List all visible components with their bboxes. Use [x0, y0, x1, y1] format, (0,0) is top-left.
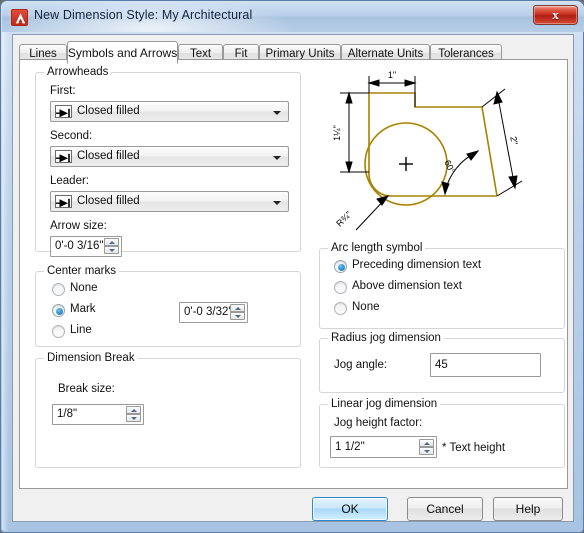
preview-dim-top-label: 1" [388, 70, 396, 80]
group-arrowheads: Arrowheads First: Closed filled Second: [35, 66, 301, 257]
stepper-down-icon[interactable] [104, 246, 119, 254]
dialog-client-area: Lines Symbols and Arrows Text Fit Primar… [12, 34, 574, 522]
input-center-mark-size-value: 0'-0 3/32" [184, 306, 233, 318]
preview-drawing: 1" 1¼" R¾" 60° 2" [332, 70, 523, 231]
tab-symbols-and-arrows[interactable]: Symbols and Arrows [67, 41, 178, 64]
preview-dim-radius-label: R¾" [334, 209, 353, 228]
stepper-up-icon[interactable] [104, 238, 119, 246]
title-bar: New Dimension Style: My Architectural x [2, 2, 584, 32]
radio-indicator [334, 260, 347, 273]
radio-indicator [52, 283, 65, 296]
closed-filled-arrowhead-icon [55, 105, 72, 118]
group-radius-jog-dimension: Radius jog dimension Jog angle: 45 [319, 332, 565, 393]
stepper-up-icon[interactable] [126, 406, 141, 414]
radio-arc-none-label: None [352, 301, 380, 313]
stepper-down-icon[interactable] [126, 414, 141, 422]
label-first: First: [50, 85, 76, 97]
radio-arc-preceding-label: Preceding dimension text [352, 259, 482, 271]
group-dimension-break-legend: Dimension Break [44, 352, 138, 364]
combo-first-arrowhead[interactable]: Closed filled [50, 101, 289, 122]
close-icon: x [552, 7, 559, 22]
radio-indicator [52, 304, 65, 317]
radio-arc-above-label: Above dimension text [352, 280, 462, 292]
jog-height-stepper[interactable] [419, 439, 434, 456]
input-jog-angle[interactable]: 45 [430, 353, 541, 377]
group-arc-length-symbol-legend: Arc length symbol [328, 242, 426, 254]
input-jog-height-factor-value: 1 1/2" [335, 441, 365, 453]
autocad-logo-icon [11, 9, 28, 26]
preview-dim-left-label: 1¼" [332, 125, 342, 141]
chevron-down-icon [273, 111, 281, 115]
preview-dim-top [367, 76, 417, 107]
preview-dim-right-label: 2" [508, 136, 519, 146]
input-jog-angle-value: 45 [435, 359, 448, 371]
radio-indicator [52, 325, 65, 338]
combo-leader-arrowhead[interactable]: Closed filled [50, 191, 289, 212]
group-radius-jog-legend: Radius jog dimension [328, 332, 444, 344]
group-linear-jog-legend: Linear jog dimension [328, 398, 441, 410]
tab-page-symbols-and-arrows: Arrowheads First: Closed filled Second: [19, 59, 568, 489]
preview-center-mark [399, 157, 413, 171]
ok-button[interactable]: OK [312, 497, 388, 521]
chevron-down-icon [273, 201, 281, 205]
radio-center-mark-mark-label: Mark [70, 303, 96, 315]
combo-second-arrowhead-value: Closed filled [77, 150, 140, 162]
input-arrow-size[interactable]: 0'-0 3/16" [50, 236, 122, 257]
stepper-up-icon[interactable] [419, 439, 434, 447]
cancel-button[interactable]: Cancel [407, 497, 483, 521]
label-break-size: Break size: [58, 383, 115, 395]
label-second: Second: [50, 130, 93, 142]
group-arrowheads-legend: Arrowheads [44, 66, 112, 78]
group-center-marks-legend: Center marks [44, 265, 120, 277]
label-jog-height-factor: Jog height factor: [334, 417, 423, 429]
label-arrow-size: Arrow size: [50, 220, 107, 232]
dialog-window: New Dimension Style: My Architectural x … [0, 0, 584, 533]
label-jog-angle: Jog angle: [334, 359, 388, 371]
window-title: New Dimension Style: My Architectural [34, 8, 253, 22]
combo-second-arrowhead[interactable]: Closed filled [50, 146, 289, 167]
label-text-height-suffix: * Text height [442, 442, 506, 454]
closed-filled-arrowhead-icon [55, 195, 72, 208]
chevron-down-icon [273, 156, 281, 160]
input-arrow-size-value: 0'-0 3/16" [55, 240, 104, 252]
preview-dim-radius-leader [355, 195, 390, 231]
input-break-size[interactable]: 1/8" [52, 404, 144, 425]
combo-first-arrowhead-value: Closed filled [77, 105, 140, 117]
group-linear-jog-dimension: Linear jog dimension Jog height factor: … [319, 398, 565, 468]
preview-dim-angle-label: 60° [442, 158, 457, 175]
closed-filled-arrowhead-icon [55, 150, 72, 163]
group-dimension-break: Dimension Break Break size: 1/8" [35, 352, 301, 468]
help-button[interactable]: Help [493, 497, 563, 521]
center-mark-size-stepper[interactable] [230, 304, 245, 321]
combo-leader-arrowhead-value: Closed filled [77, 195, 140, 207]
group-center-marks: Center marks None Mark Line 0'-0 3/32" [35, 265, 301, 347]
group-arc-length-symbol: Arc length symbol Preceding dimension te… [319, 242, 565, 329]
stepper-down-icon[interactable] [230, 312, 245, 320]
dimension-style-preview: 1" 1¼" R¾" 60° 2" [319, 64, 565, 240]
radio-indicator [334, 302, 347, 315]
close-button[interactable]: x [533, 5, 578, 25]
label-leader: Leader: [50, 175, 90, 187]
stepper-up-icon[interactable] [230, 304, 245, 312]
radio-indicator [334, 281, 347, 294]
break-size-stepper[interactable] [126, 406, 141, 423]
radio-center-mark-line-label: Line [70, 324, 92, 336]
arrow-size-stepper[interactable] [104, 238, 119, 255]
input-jog-height-factor[interactable]: 1 1/2" [330, 436, 437, 458]
input-center-mark-size[interactable]: 0'-0 3/32" [179, 302, 248, 323]
stepper-down-icon[interactable] [419, 447, 434, 455]
radio-center-mark-none-label: None [70, 282, 98, 294]
input-break-size-value: 1/8" [57, 408, 78, 420]
